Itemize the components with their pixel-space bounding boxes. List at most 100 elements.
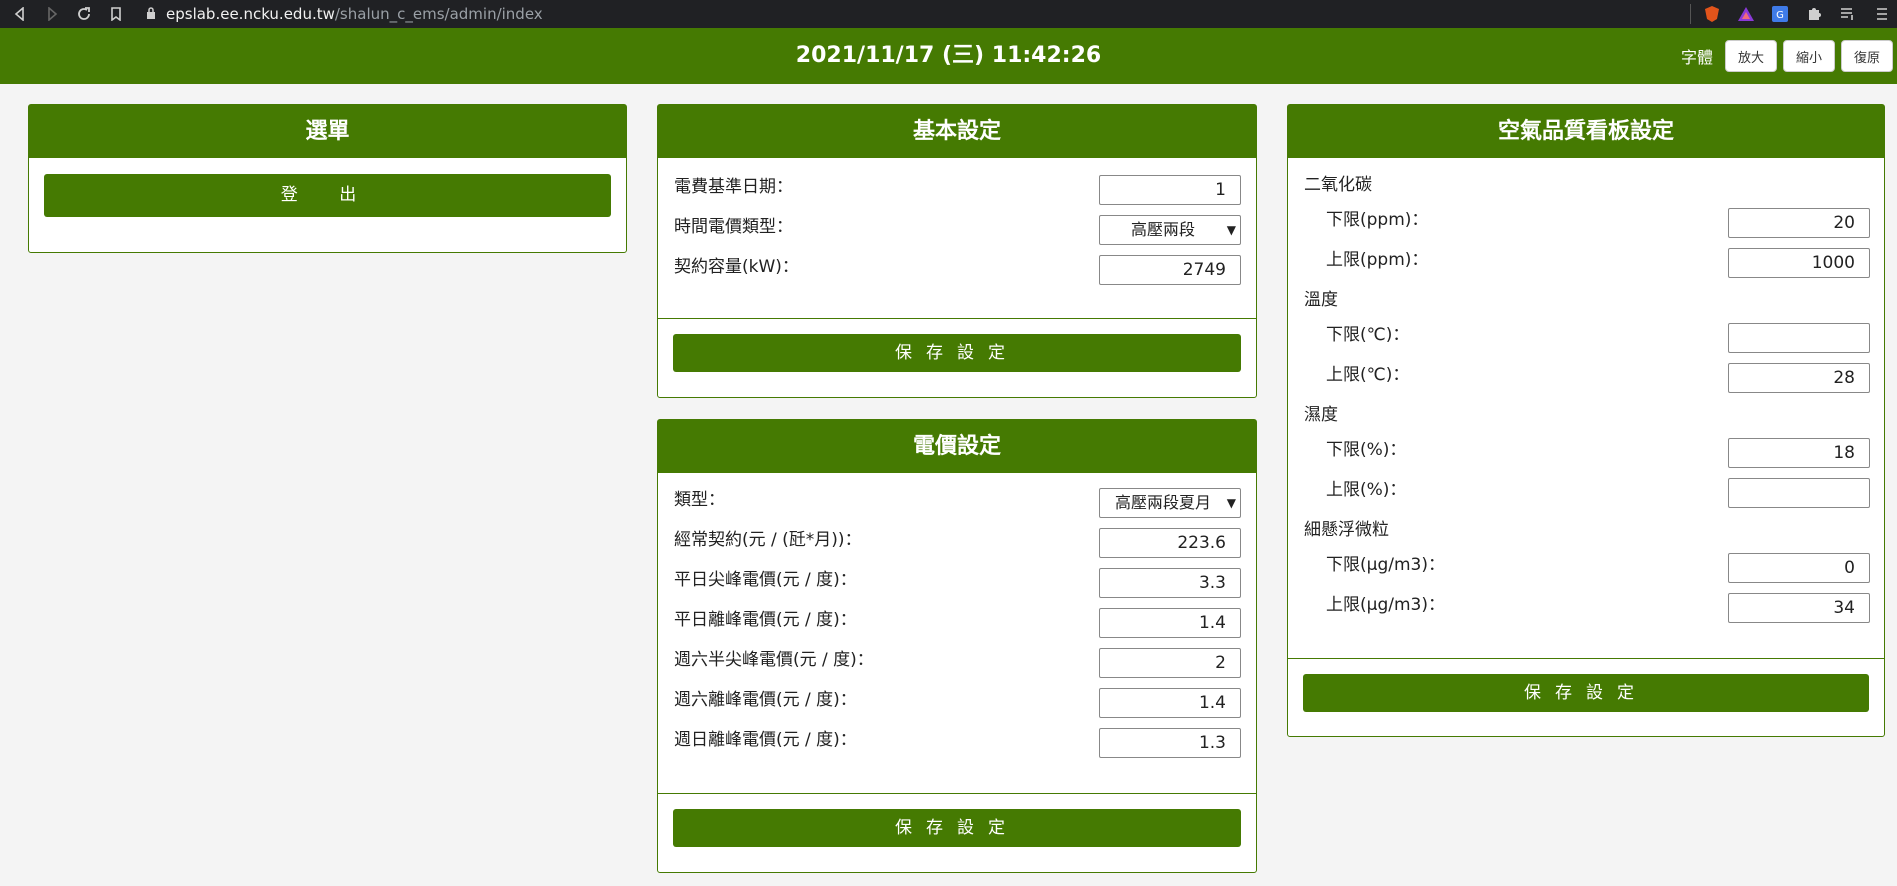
- air-quality-panel: 空氣品質看板設定 二氧化碳 下限(ppm)： 20 上限(ppm)： 1000 …: [1287, 104, 1885, 737]
- setting-label: 時間電價類型：: [674, 217, 793, 237]
- setting-label: 週六半尖峰電價(元 / 度)：: [674, 650, 874, 670]
- setting-label: 週六離峰電價(元 / 度)：: [674, 690, 857, 710]
- logout-button[interactable]: 登 出: [44, 174, 611, 217]
- panel-title: 基本設定: [658, 105, 1256, 158]
- setting-row: 時間電價類型： 高壓兩段 ▼: [674, 213, 1241, 245]
- setting-row: 週六離峰電價(元 / 度)： 1.4: [674, 686, 1241, 718]
- contract-capacity-input[interactable]: 2749: [1099, 255, 1241, 285]
- saturday-semipeak-price-input[interactable]: 2: [1099, 648, 1241, 678]
- weekday-peak-price-input[interactable]: 3.3: [1099, 568, 1241, 598]
- setting-label: 平日尖峰電價(元 / 度)：: [674, 570, 857, 590]
- setting-row: 下限(μg/m3)： 0: [1304, 551, 1870, 583]
- setting-row: 上限(ppm)： 1000: [1304, 246, 1870, 278]
- setting-label: 上限(ppm)：: [1326, 250, 1429, 270]
- billing-base-date-input[interactable]: 1: [1099, 175, 1241, 205]
- setting-label: 下限(ppm)：: [1326, 210, 1429, 230]
- setting-row: 下限(%)： 18: [1304, 436, 1870, 468]
- font-enlarge-button[interactable]: 放大: [1725, 40, 1777, 72]
- setting-label: 平日離峰電價(元 / 度)：: [674, 610, 857, 630]
- setting-row: 契約容量(kW)： 2749: [674, 253, 1241, 285]
- panel-divider: [1288, 658, 1884, 659]
- pm25-upper-input[interactable]: 34: [1728, 593, 1870, 623]
- save-basic-settings-button[interactable]: 保存設定: [673, 334, 1241, 372]
- sunday-offpeak-price-input[interactable]: 1.3: [1099, 728, 1241, 758]
- setting-row: 上限(%)：: [1304, 476, 1870, 508]
- font-shrink-button[interactable]: 縮小: [1783, 40, 1835, 72]
- setting-label: 下限(μg/m3)：: [1326, 555, 1445, 575]
- setting-label: 上限(%)：: [1326, 480, 1407, 500]
- setting-row: 下限(℃)：: [1304, 321, 1870, 353]
- setting-row: 平日尖峰電價(元 / 度)： 3.3: [674, 566, 1241, 598]
- panel-title: 電價設定: [658, 420, 1256, 473]
- co2-upper-input[interactable]: 1000: [1728, 248, 1870, 278]
- setting-row: 電費基準日期： 1: [674, 173, 1241, 205]
- price-settings-panel: 電價設定 類型： 高壓兩段夏月 ▼ 經常契約(元 / (瓩*月))： 223.6 …: [657, 419, 1257, 873]
- font-size-controls: 字體 放大 縮小 復原: [1681, 28, 1893, 84]
- brave-shield-icon[interactable]: [1699, 1, 1725, 27]
- chevron-down-icon: ▼: [1226, 496, 1236, 510]
- url-host: epslab.ee.ncku.edu.tw: [166, 5, 335, 23]
- save-air-quality-button[interactable]: 保存設定: [1303, 674, 1869, 712]
- pm25-group-label: 細懸浮微粒: [1304, 520, 1389, 540]
- setting-label: 類型：: [674, 490, 725, 510]
- top-header: 2021/11/17 (三) 11:42:26 字體 放大 縮小 復原: [0, 28, 1897, 84]
- price-type-value: 高壓兩段夏月: [1114, 493, 1211, 512]
- setting-label: 經常契約(元 / (瓩*月))：: [674, 530, 862, 550]
- setting-label: 下限(%)：: [1326, 440, 1407, 460]
- setting-label: 電費基準日期：: [674, 177, 793, 197]
- svg-text:G: G: [1776, 10, 1784, 21]
- setting-label: 下限(℃)：: [1326, 325, 1410, 345]
- brave-rewards-icon[interactable]: [1733, 1, 1759, 27]
- panel-divider: [658, 318, 1256, 319]
- price-type-select[interactable]: 高壓兩段夏月 ▼: [1099, 488, 1241, 518]
- back-icon[interactable]: [8, 2, 32, 26]
- setting-label: 上限(℃)：: [1326, 365, 1410, 385]
- font-reset-button[interactable]: 復原: [1841, 40, 1893, 72]
- temperature-lower-input[interactable]: [1728, 323, 1870, 353]
- playlist-icon[interactable]: [1835, 1, 1861, 27]
- setting-row: 上限(℃)： 28: [1304, 361, 1870, 393]
- tariff-type-select[interactable]: 高壓兩段 ▼: [1099, 215, 1241, 245]
- url-path: /shalun_c_ems/admin/index: [334, 5, 543, 23]
- setting-row: 週日離峰電價(元 / 度)： 1.3: [674, 726, 1241, 758]
- forward-icon[interactable]: [40, 2, 64, 26]
- save-price-settings-button[interactable]: 保存設定: [673, 809, 1241, 847]
- font-size-label: 字體: [1680, 48, 1713, 67]
- translate-icon[interactable]: G: [1767, 1, 1793, 27]
- setting-row: 經常契約(元 / (瓩*月))： 223.6: [674, 526, 1241, 558]
- bookmark-icon[interactable]: [104, 2, 128, 26]
- saturday-offpeak-price-input[interactable]: 1.4: [1099, 688, 1241, 718]
- tariff-type-value: 高壓兩段: [1130, 220, 1195, 239]
- humidity-upper-input[interactable]: [1728, 478, 1870, 508]
- regular-contract-price-input[interactable]: 223.6: [1099, 528, 1241, 558]
- humidity-lower-input[interactable]: 18: [1728, 438, 1870, 468]
- panel-title: 選單: [29, 105, 626, 158]
- lock-icon: [146, 5, 156, 23]
- basic-settings-panel: 基本設定 電費基準日期： 1 時間電價類型： 高壓兩段 ▼ 契約容量(kW)： 2…: [657, 104, 1257, 398]
- setting-label: 週日離峰電價(元 / 度)：: [674, 730, 857, 750]
- menu-panel: 選單 登 出: [28, 104, 627, 253]
- panel-divider: [658, 793, 1256, 794]
- reload-icon[interactable]: [72, 2, 96, 26]
- browser-toolbar: epslab.ee.ncku.edu.tw/shalun_c_ems/admin…: [0, 0, 1897, 28]
- chevron-down-icon: ▼: [1226, 223, 1236, 237]
- humidity-group-label: 濕度: [1304, 405, 1338, 425]
- temperature-upper-input[interactable]: 28: [1728, 363, 1870, 393]
- setting-label: 契約容量(kW)：: [674, 257, 799, 277]
- temperature-group-label: 溫度: [1304, 290, 1338, 310]
- menu-icon[interactable]: [1869, 1, 1895, 27]
- weekday-offpeak-price-input[interactable]: 1.4: [1099, 608, 1241, 638]
- co2-lower-input[interactable]: 20: [1728, 208, 1870, 238]
- pm25-lower-input[interactable]: 0: [1728, 553, 1870, 583]
- setting-row: 上限(μg/m3)： 34: [1304, 591, 1870, 623]
- setting-row: 類型： 高壓兩段夏月 ▼: [674, 486, 1241, 518]
- setting-row: 下限(ppm)： 20: [1304, 206, 1870, 238]
- panel-title: 空氣品質看板設定: [1288, 105, 1884, 158]
- setting-label: 上限(μg/m3)：: [1326, 595, 1445, 615]
- co2-group-label: 二氧化碳: [1304, 175, 1372, 195]
- setting-row: 平日離峰電價(元 / 度)： 1.4: [674, 606, 1241, 638]
- datetime-display: 2021/11/17 (三) 11:42:26: [795, 43, 1102, 68]
- extensions-icon[interactable]: [1801, 1, 1827, 27]
- address-bar[interactable]: epslab.ee.ncku.edu.tw/shalun_c_ems/admin…: [146, 2, 543, 26]
- toolbar-divider: [1690, 4, 1691, 24]
